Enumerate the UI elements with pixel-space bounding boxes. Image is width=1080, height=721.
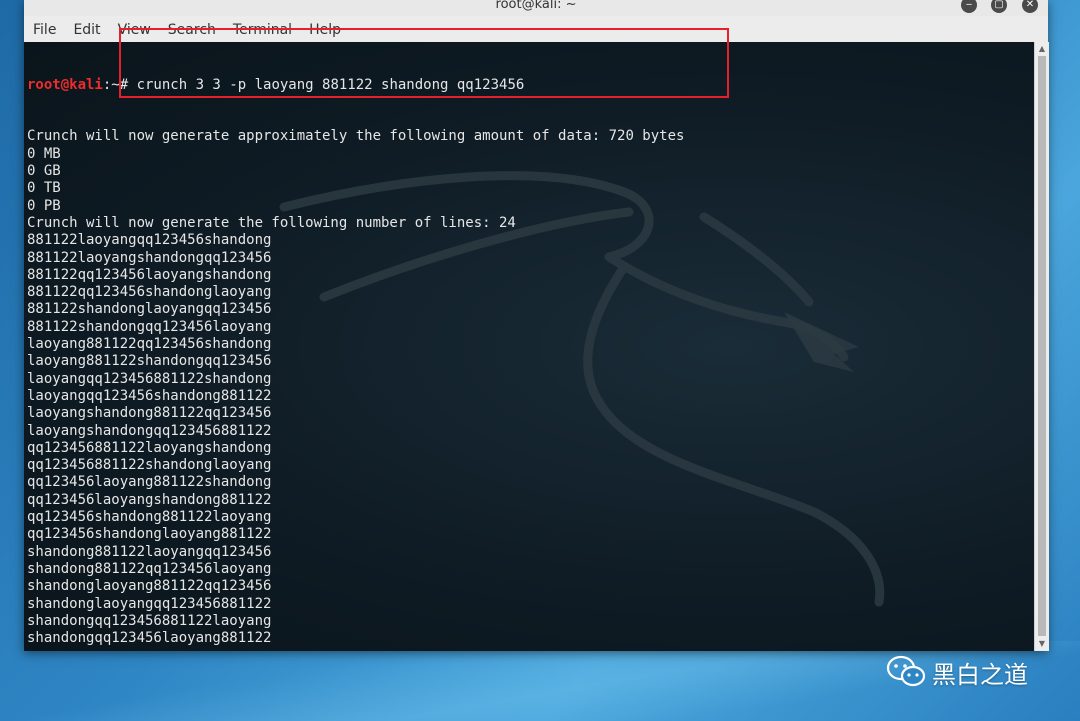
menu-edit[interactable]: Edit <box>73 16 100 38</box>
output-line: qq123456laoyang881122shandong <box>27 474 272 491</box>
output-line: laoyang881122shandongqq123456 <box>27 353 272 370</box>
output-line: qq123456shandong881122laoyang <box>27 509 272 526</box>
output-line: qq123456laoyangshandong881122 <box>27 491 272 508</box>
output-line: 881122shandonglaoyangqq123456 <box>27 301 272 318</box>
output-line: laoyangqq123456shandong881122 <box>27 387 272 404</box>
output-line: 881122shandongqq123456laoyang <box>27 318 272 335</box>
output-line: shandong881122laoyangqq123456 <box>27 543 272 560</box>
highlight-annotation <box>119 28 729 98</box>
output-line: qq123456881122laoyangshandong <box>27 439 272 456</box>
output-line: shandongqq123456881122laoyang <box>27 612 272 629</box>
scroll-thumb[interactable] <box>1038 56 1046 636</box>
scroll-up-icon[interactable]: ▲ <box>1035 42 1049 56</box>
output-line: 0 PB <box>27 197 61 214</box>
prompt-user: root@kali <box>27 76 103 93</box>
output-line: 0 TB <box>27 180 61 197</box>
output-line: shandong881122qq123456laoyang <box>27 560 272 577</box>
output-line: 881122qq123456laoyangshandong <box>27 266 272 283</box>
output-line: qq123456881122shandonglaoyang <box>27 457 272 474</box>
output-line: laoyangqq123456881122shandong <box>27 370 272 387</box>
output-line: 881122qq123456shandonglaoyang <box>27 284 272 301</box>
scroll-down-icon[interactable]: ▼ <box>1035 637 1049 651</box>
output-line: shandongqq123456laoyang881122 <box>27 630 272 647</box>
output-line: laoyangshandong881122qq123456 <box>27 405 272 422</box>
output-line: 881122laoyangqq123456shandong <box>27 232 272 249</box>
terminal-output: root@kali:~# crunch 3 3 -p laoyang 88112… <box>27 42 684 651</box>
output-line: shandonglaoyangqq123456881122 <box>27 595 272 612</box>
output-line: 0 MB <box>27 145 61 162</box>
output-line: Crunch will now generate the following n… <box>27 214 516 231</box>
output-line: laoyang881122qq123456shandong <box>27 336 272 353</box>
watermark-text: 黑白之道 <box>932 660 1028 689</box>
window-title: root@kali: ~ <box>495 0 577 12</box>
output-line: 881122laoyangshandongqq123456 <box>27 249 272 266</box>
menu-file[interactable]: File <box>33 16 56 38</box>
output-line: laoyangshandongqq123456881122 <box>27 422 272 439</box>
output-line: qq123456shandonglaoyang881122 <box>27 526 272 543</box>
titlebar: root@kali: ~ ‒ ▢ ✕ <box>24 0 1048 16</box>
watermark: 黑白之道 <box>886 652 1028 692</box>
terminal-area[interactable]: root@kali:~# crunch 3 3 -p laoyang 88112… <box>24 42 1034 651</box>
output-line: shandonglaoyang881122qq123456 <box>27 578 272 595</box>
output-line: 0 GB <box>27 163 61 180</box>
output-line: Crunch will now generate approximately t… <box>27 128 685 145</box>
wechat-icon <box>886 655 926 687</box>
output-lines: Crunch will now generate approximately t… <box>27 128 684 647</box>
vertical-scrollbar[interactable]: ▲ ▼ <box>1034 42 1049 651</box>
